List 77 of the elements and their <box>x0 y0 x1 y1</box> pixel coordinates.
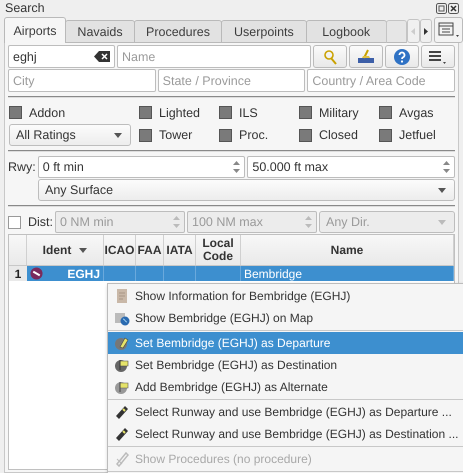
column-header[interactable]: FAA <box>136 235 164 265</box>
caret-icon <box>79 248 88 252</box>
tab[interactable]: Logbook <box>306 20 387 43</box>
rating-dropdown[interactable]: All Ratings <box>9 124 131 146</box>
caret-icon <box>438 220 446 224</box>
window-list-icon <box>438 22 460 38</box>
menu-item[interactable]: Select Runway and use Bembridge (EGHJ) as Destination ... <box>108 423 463 445</box>
spin-arrows-icon <box>173 215 180 229</box>
column-header[interactable]: Local Code <box>196 235 241 265</box>
float-icon[interactable] <box>436 2 447 14</box>
search-icon <box>322 48 338 64</box>
column-header[interactable]: IATA <box>164 235 196 265</box>
menu-icon <box>428 50 448 64</box>
tab[interactable]: Userpoints <box>221 20 307 43</box>
state-field[interactable]: State / Province <box>158 69 306 92</box>
menu-button[interactable] <box>421 45 455 68</box>
caret-icon <box>438 188 446 192</box>
checkbox-label: Lighted <box>159 106 200 120</box>
help-button[interactable] <box>385 45 419 68</box>
table-cell[interactable] <box>196 266 241 281</box>
right-arrow-icon <box>424 28 428 34</box>
checkbox[interactable] <box>219 106 232 119</box>
clear-icon[interactable] <box>94 51 110 62</box>
runway-label: Rwy: <box>8 160 36 174</box>
menu-item[interactable]: Show Information for Bembridge (EGHJ) <box>108 285 463 307</box>
checkbox[interactable] <box>299 106 312 119</box>
spin-arrows-icon <box>305 215 312 229</box>
checkbox-label: Proc. <box>239 128 268 142</box>
column-header[interactable]: Name <box>241 235 454 265</box>
column-header[interactable]: Ident <box>27 235 104 265</box>
table-cell[interactable] <box>104 266 136 281</box>
tab[interactable]: Airports <box>4 17 66 43</box>
checkbox-label: Military <box>319 106 359 120</box>
checkbox[interactable] <box>9 106 22 119</box>
table-cell[interactable] <box>164 266 196 281</box>
menu-item[interactable]: Select Runway and use Bembridge (EGHJ) as Departure ... <box>108 401 463 423</box>
left-arrow-icon <box>411 28 416 34</box>
globe-icon <box>114 310 130 326</box>
country-field[interactable]: Country / Area Code <box>307 69 456 92</box>
runway-max-field[interactable]: 50.000 ft max <box>247 156 455 178</box>
runway-min-field[interactable]: 0 ft min <box>38 156 246 178</box>
tab[interactable]: Navaids <box>65 20 135 43</box>
caret-icon <box>114 132 122 138</box>
name-field[interactable]: Name <box>117 45 311 68</box>
checkbox[interactable] <box>379 106 392 119</box>
checkbox[interactable] <box>139 128 152 142</box>
document-icon <box>114 288 130 304</box>
surface-dropdown[interactable]: Any Surface <box>38 179 455 201</box>
ident-field[interactable]: eghj <box>8 45 115 68</box>
tab[interactable]: Procedures <box>134 20 222 43</box>
checkbox-label: Closed <box>319 128 358 142</box>
spin-arrows-icon <box>233 160 240 174</box>
menu-item[interactable]: Set Bembridge (EGHJ) as Destination <box>108 354 463 376</box>
airport-icon <box>30 267 43 280</box>
checkbox-label: Jetfuel <box>399 128 436 142</box>
checkbox[interactable] <box>139 106 152 119</box>
spin-arrows-icon <box>443 160 450 174</box>
checkbox-label: Addon <box>29 106 66 120</box>
menu-item[interactable]: Show Bembridge (EGHJ) on Map <box>108 307 463 329</box>
window-title: Search <box>5 1 45 15</box>
checkbox-label: ILS <box>239 106 258 120</box>
distance-label: Dist: <box>28 215 53 229</box>
menu-item[interactable]: Add Bembridge (EGHJ) as Alternate <box>108 376 463 398</box>
checkbox-label: Avgas <box>399 106 434 120</box>
help-icon <box>393 48 411 66</box>
city-field[interactable]: City <box>8 69 156 92</box>
tab-menu-button[interactable] <box>434 17 463 43</box>
scroll-right-button[interactable] <box>420 19 432 43</box>
checkbox[interactable] <box>379 128 392 142</box>
row-number: 1 <box>9 266 27 281</box>
column-header[interactable]: ICAO <box>104 235 136 265</box>
clear-filters-button[interactable] <box>349 45 383 68</box>
checkbox[interactable] <box>299 128 312 142</box>
checkbox-label: Tower <box>159 128 192 142</box>
table-cell[interactable] <box>136 266 164 281</box>
close-icon[interactable] <box>448 2 459 14</box>
checkbox[interactable] <box>219 128 232 142</box>
